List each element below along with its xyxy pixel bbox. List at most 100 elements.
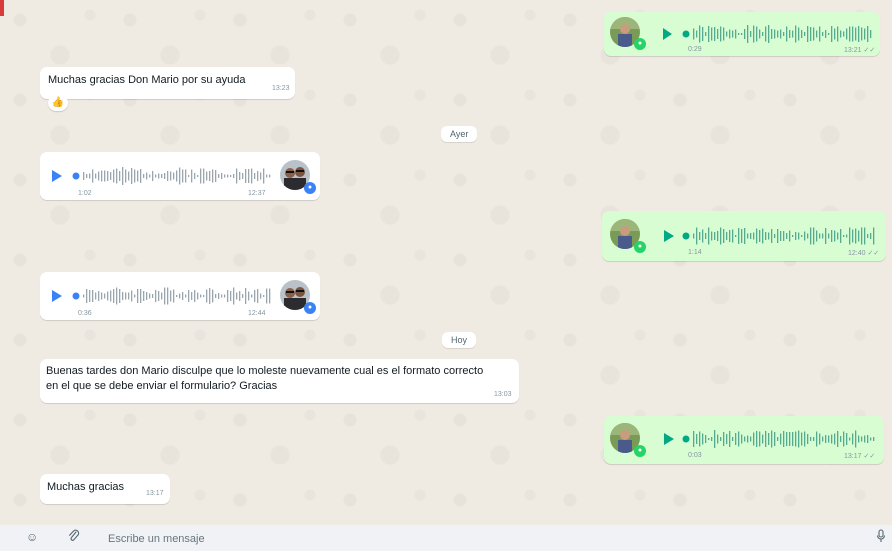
- waveform-bar: [723, 27, 725, 41]
- date-separator: Ayer: [441, 126, 478, 142]
- microphone-badge-icon: ●: [634, 241, 646, 253]
- waveform-bar: [768, 25, 770, 43]
- waveform[interactable]: [682, 22, 874, 46]
- waveform-bar: [711, 437, 713, 441]
- waveform-bar: [801, 235, 803, 237]
- waveform-bar: [143, 291, 145, 301]
- waveform-bar: [828, 435, 830, 443]
- waveform-bar: [765, 26, 767, 42]
- waveform-bar: [251, 294, 253, 298]
- voice-message-outgoing[interactable]: ● 0:03 13:17 ✓✓: [604, 416, 884, 464]
- waveform-bar: [206, 171, 208, 181]
- play-icon[interactable]: [664, 433, 674, 445]
- voice-message-outgoing[interactable]: ● 0:29 13:21 ✓✓: [604, 12, 880, 56]
- play-icon[interactable]: [52, 290, 62, 302]
- waveform-bar: [741, 434, 743, 444]
- waveform-bar: [702, 433, 704, 445]
- waveform-bar: [756, 26, 758, 42]
- waveform-bar: [840, 229, 842, 243]
- waveform-bar: [759, 230, 761, 242]
- waveform[interactable]: [682, 427, 878, 451]
- waveform-bar: [768, 433, 770, 445]
- waveform-bar: [828, 233, 830, 239]
- message-input[interactable]: [106, 529, 850, 549]
- waveform-bar: [771, 29, 773, 39]
- waveform-bar: [870, 437, 872, 441]
- waveform-bar: [804, 32, 806, 36]
- waveform-bar: [245, 288, 247, 304]
- waveform-bar: [780, 231, 782, 241]
- waveform-bar: [161, 174, 163, 178]
- waveform-bar: [867, 435, 869, 443]
- waveform-bar: [870, 233, 872, 239]
- text-message-incoming[interactable]: Muchas gracias 13:17: [40, 474, 170, 504]
- waveform-bar: [786, 233, 788, 239]
- waveform-bar: [260, 172, 262, 180]
- voice-message-incoming[interactable]: 0:36 12:44 ●: [40, 272, 320, 320]
- waveform-bar: [702, 27, 704, 41]
- waveform[interactable]: [72, 164, 272, 188]
- message-time: 13:17 ✓✓: [844, 453, 876, 460]
- waveform-bar: [101, 170, 103, 182]
- waveform-bar: [747, 25, 749, 43]
- waveform-bar: [708, 438, 710, 440]
- waveform-bar: [266, 288, 268, 304]
- waveform[interactable]: [682, 224, 878, 248]
- waveform-bar: [789, 30, 791, 38]
- waveform-bar: [795, 232, 797, 240]
- waveform-bar: [158, 291, 160, 301]
- text-message-incoming[interactable]: Buenas tardes don Mario disculpe que lo …: [40, 359, 519, 403]
- waveform-bar: [242, 173, 244, 179]
- microphone-badge-icon: ●: [304, 182, 316, 194]
- smiley-icon[interactable]: ☺: [26, 530, 38, 544]
- text-message-incoming[interactable]: Muchas gracias Don Mario por su ayuda 13…: [40, 67, 295, 99]
- voice-message-incoming[interactable]: 1:02 12:37 ●: [40, 152, 320, 200]
- chat-panel[interactable]: ● 0:29 13:21 ✓✓ Muchas gracias Don Mario…: [0, 0, 892, 525]
- play-icon[interactable]: [663, 28, 672, 40]
- waveform-bar: [783, 431, 785, 447]
- microphone-icon[interactable]: [876, 529, 886, 546]
- waveform-bar: [113, 169, 115, 183]
- waveform-bar: [206, 289, 208, 303]
- waveform-bar: [726, 434, 728, 444]
- waveform-bar: [693, 431, 695, 447]
- paperclip-icon[interactable]: [68, 529, 80, 546]
- waveform-bar: [789, 432, 791, 446]
- message-composer: ☺: [0, 525, 892, 551]
- waveform[interactable]: [72, 284, 272, 308]
- read-ticks-icon: ✓✓: [863, 453, 876, 460]
- waveform-bar: [765, 232, 767, 240]
- waveform-bar: [212, 169, 214, 183]
- waveform-bar: [209, 171, 211, 181]
- play-icon[interactable]: [664, 230, 674, 242]
- waveform-bar: [852, 433, 854, 445]
- waveform-bar: [753, 25, 755, 43]
- waveform-bar: [834, 28, 836, 40]
- thumbs-up-reaction-icon[interactable]: 👍: [48, 95, 68, 111]
- waveform-bar: [705, 233, 707, 239]
- waveform-bar: [798, 430, 800, 448]
- waveform-bar: [203, 168, 205, 184]
- waveform-bar: [167, 171, 169, 181]
- waveform-bar: [804, 231, 806, 241]
- waveform-bar: [119, 171, 121, 181]
- read-ticks-icon: ✓✓: [867, 250, 880, 257]
- waveform-bar: [735, 235, 737, 237]
- waveform-bar: [858, 26, 860, 42]
- waveform-bar: [260, 293, 262, 299]
- play-icon[interactable]: [52, 170, 62, 182]
- window-corner-marker: [0, 0, 4, 16]
- waveform-bar: [83, 294, 85, 298]
- waveform-bar: [714, 430, 716, 448]
- waveform-bar: [696, 30, 698, 38]
- waveform-bar: [702, 229, 704, 243]
- voice-message-outgoing[interactable]: ● 1:14 12:40 ✓✓: [602, 211, 886, 261]
- waveform-bar: [786, 26, 788, 42]
- waveform-bar: [771, 229, 773, 243]
- waveform-bar: [861, 436, 863, 442]
- waveform-bar: [735, 433, 737, 445]
- waveform-bar: [134, 169, 136, 183]
- waveform-bar: [86, 289, 88, 303]
- message-time: 13:23: [272, 85, 290, 92]
- waveform-bar: [873, 437, 875, 441]
